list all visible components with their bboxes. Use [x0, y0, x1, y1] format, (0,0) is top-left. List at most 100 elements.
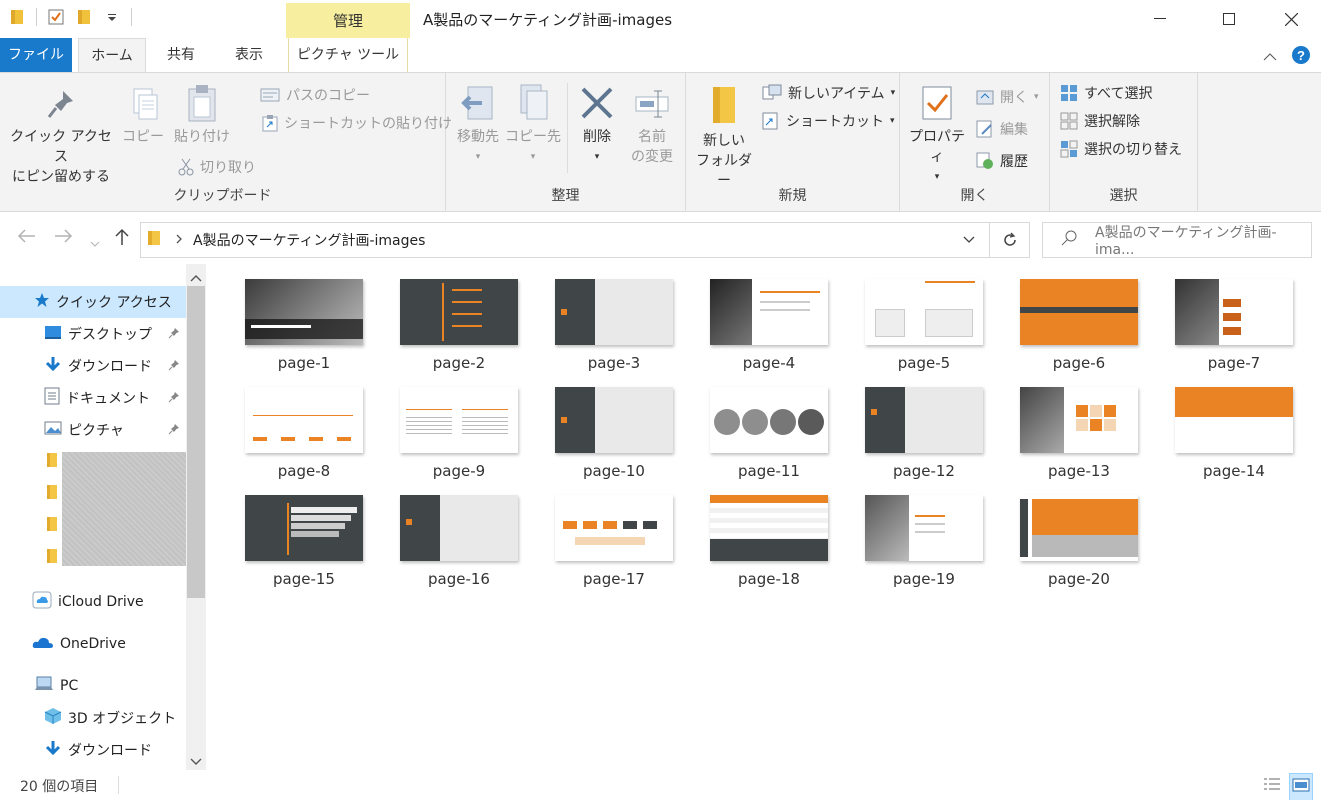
paste-button[interactable]: 貼り付け [172, 83, 232, 147]
file-item[interactable]: page-18 [694, 480, 844, 588]
file-item[interactable]: page-9 [384, 372, 534, 480]
sidebar-item-onedrive[interactable]: OneDrive [0, 628, 186, 660]
sidebar-item-3d-objects[interactable]: 3D オブジェクト [0, 702, 186, 734]
maximize-button[interactable] [1206, 0, 1252, 38]
navigation-pane: クイック アクセス デスクトップ ダウンロード ドキュメント ピクチャ iClo… [0, 264, 210, 770]
pin-icon[interactable] [168, 327, 180, 342]
sidebar-item-quick-access[interactable]: クイック アクセス [0, 286, 186, 318]
select-group-label: 選択 [1109, 188, 1138, 204]
file-name: page-15 [273, 570, 335, 588]
history-button[interactable]: 履歴 [976, 151, 1028, 171]
file-item[interactable]: page-12 [849, 372, 999, 480]
sidebar-item-pictures[interactable]: ピクチャ [0, 414, 186, 446]
paste-shortcut-button[interactable]: ショートカットの貼り付け [262, 113, 452, 133]
rename-button[interactable]: 名前 の変更 [626, 83, 678, 167]
new-folder-icon[interactable] [75, 8, 93, 26]
file-item[interactable]: page-10 [539, 372, 689, 480]
file-item[interactable]: page-1 [229, 264, 379, 372]
paste-icon [188, 85, 216, 122]
open-button[interactable]: 開く ▾ [976, 87, 1039, 107]
sidebar-item-downloads[interactable]: ダウンロード [0, 350, 186, 382]
large-icons-view-icon[interactable] [1289, 773, 1313, 800]
pin-to-quick-access-button[interactable]: クイック アクセス にピン留めする [6, 87, 116, 187]
folder-icon [8, 8, 26, 26]
recent-locations-icon[interactable] [90, 232, 100, 253]
sidebar-item-folder[interactable] [0, 510, 60, 542]
file-item[interactable]: page-3 [539, 264, 689, 372]
shortcut-button[interactable]: ショートカット ▾ [762, 111, 895, 131]
help-icon[interactable]: ? [1291, 45, 1311, 69]
select-all-button[interactable]: すべて選択 [1060, 83, 1152, 103]
copy-to-button[interactable]: コピー先 ▾ [504, 83, 562, 167]
shortcut-label: ショートカット [786, 114, 884, 130]
copy-path-button[interactable]: パスのコピー [260, 85, 370, 105]
up-arrow-icon[interactable] [114, 228, 130, 251]
history-icon [976, 152, 993, 169]
select-none-button[interactable]: 選択解除 [1060, 111, 1140, 131]
file-item[interactable]: page-8 [229, 372, 379, 480]
address-bar[interactable]: A製品のマーケティング計画-images [140, 222, 990, 258]
new-group: 新しい フォルダー 新しいアイテム ▾ ショートカット ▾ 新規 [686, 73, 900, 211]
minimize-button[interactable] [1137, 0, 1183, 38]
back-arrow-icon[interactable] [16, 228, 36, 249]
move-to-button[interactable]: 移動先 ▾ [450, 83, 506, 167]
properties-check-icon[interactable] [47, 8, 65, 26]
tab-picture-tools[interactable]: ピクチャ ツール [288, 38, 408, 72]
copy-button[interactable]: コピー [118, 87, 168, 147]
pin-icon[interactable] [168, 359, 180, 374]
breadcrumb-chevron-icon[interactable] [175, 232, 183, 248]
file-item[interactable]: page-6 [1004, 264, 1154, 372]
properties-button[interactable]: プロパティ ▾ [904, 83, 970, 187]
file-item[interactable]: page-2 [384, 264, 534, 372]
quick-access-toolbar [8, 8, 132, 26]
edit-button[interactable]: 編集 [976, 119, 1028, 139]
invert-selection-button[interactable]: 選択の切り替え [1060, 139, 1182, 159]
download-arrow-icon [44, 740, 62, 760]
file-item[interactable]: page-14 [1159, 372, 1309, 480]
scroll-up-icon[interactable] [190, 270, 202, 286]
sidebar-item-pc[interactable]: PC [0, 670, 186, 702]
delete-button[interactable]: 削除 ▾ [574, 83, 620, 167]
cut-button[interactable]: 切り取り [178, 157, 256, 177]
edit-icon [976, 120, 992, 138]
sidebar-item-folder[interactable] [0, 478, 60, 510]
breadcrumb[interactable]: A製品のマーケティング計画-images [193, 230, 425, 250]
file-item[interactable]: page-20 [1004, 480, 1154, 588]
sidebar-item-pc-downloads[interactable]: ダウンロード [0, 734, 186, 766]
file-item[interactable]: page-16 [384, 480, 534, 588]
file-name: page-9 [432, 462, 486, 480]
file-item[interactable]: page-17 [539, 480, 689, 588]
nav-scrollbar-thumb[interactable] [187, 286, 205, 598]
select-all-label: すべて選択 [1084, 86, 1153, 102]
tab-home[interactable]: ホーム [78, 38, 146, 73]
file-item[interactable]: page-13 [1004, 372, 1154, 480]
search-input[interactable]: A製品のマーケティング計画-ima... [1042, 222, 1312, 258]
refresh-button[interactable] [990, 222, 1030, 258]
sidebar-item-icloud-drive[interactable]: iCloud Drive [0, 586, 186, 618]
tab-view[interactable]: 表示 [216, 38, 282, 72]
customize-qat-icon[interactable] [103, 8, 121, 26]
scroll-down-icon[interactable] [190, 754, 202, 770]
tab-share[interactable]: 共有 [152, 38, 210, 72]
sidebar-item-documents[interactable]: ドキュメント [0, 382, 186, 414]
file-item[interactable]: page-11 [694, 372, 844, 480]
file-item[interactable]: page-19 [849, 480, 999, 588]
address-dropdown-icon[interactable] [963, 232, 975, 248]
collapse-ribbon-icon[interactable] [1263, 49, 1277, 65]
forward-arrow-icon[interactable] [54, 228, 74, 249]
file-item[interactable]: page-4 [694, 264, 844, 372]
pin-icon[interactable] [168, 391, 180, 406]
details-view-icon[interactable] [1261, 773, 1283, 800]
file-item[interactable]: page-5 [849, 264, 999, 372]
tab-manage[interactable]: 管理 [286, 3, 410, 38]
file-item[interactable]: page-7 [1159, 264, 1309, 372]
new-folder-button[interactable]: 新しい フォルダー [692, 83, 756, 191]
sidebar-item-desktop[interactable]: デスクトップ [0, 318, 186, 350]
close-button[interactable] [1268, 0, 1314, 38]
new-item-button[interactable]: 新しいアイテム ▾ [762, 83, 895, 103]
sidebar-item-folder[interactable] [0, 542, 60, 574]
file-item[interactable]: page-15 [229, 480, 379, 588]
pin-icon[interactable] [168, 423, 180, 438]
sidebar-item-folder[interactable] [0, 446, 60, 478]
invert-selection-icon [1060, 140, 1078, 158]
